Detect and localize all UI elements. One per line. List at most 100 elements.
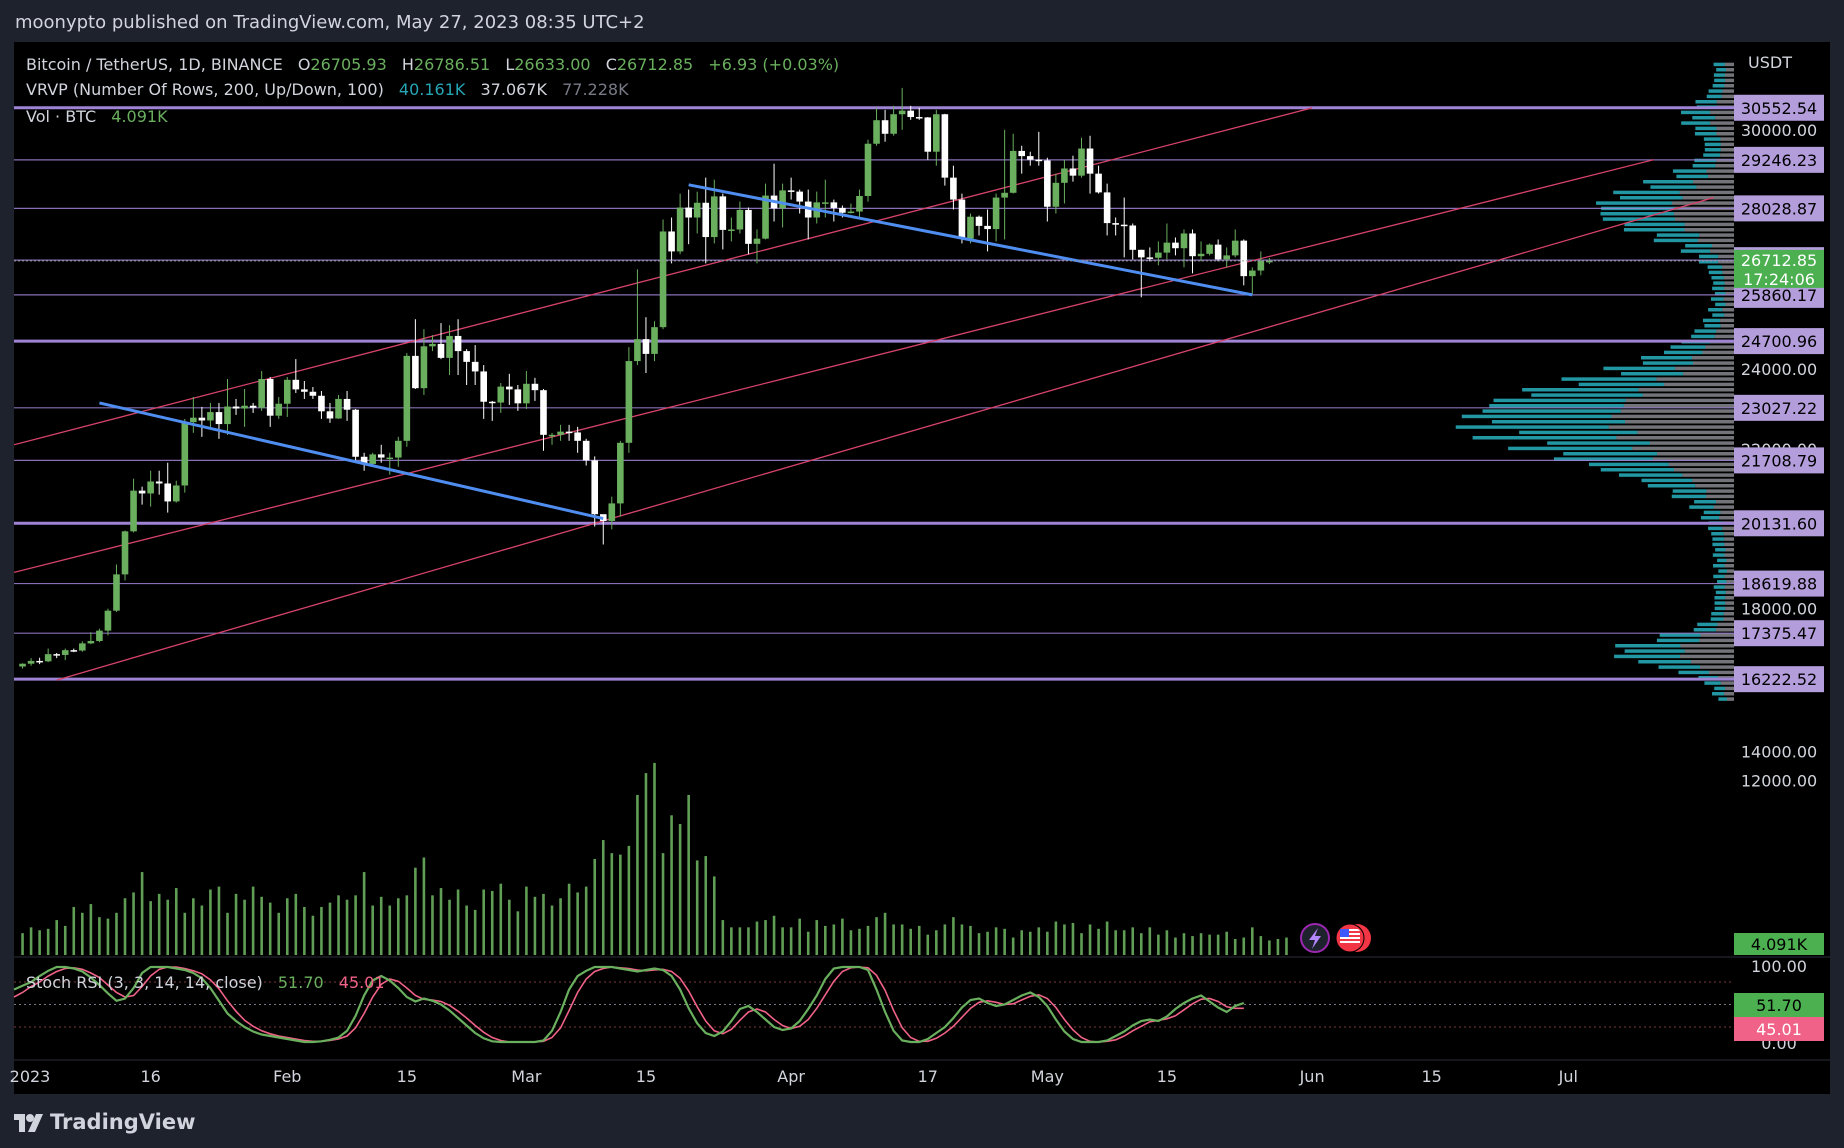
- legend-change: +6.93 (+0.03%): [708, 55, 839, 74]
- candle-body: [275, 403, 283, 416]
- candle-body: [207, 412, 214, 421]
- vrvp-up-bar: [1656, 233, 1700, 237]
- vrvp-down-bar: [1724, 585, 1734, 589]
- vrvp-up-bar: [1698, 254, 1719, 259]
- candle-body: [352, 409, 359, 457]
- volume-bar: [1054, 921, 1058, 955]
- vrvp-down-bar: [1706, 489, 1734, 493]
- candle-body: [1206, 244, 1213, 254]
- volume-bar: [414, 867, 417, 955]
- stoch-label[interactable]: Stoch RSI (3, 3, 14, 14, close): [26, 973, 263, 992]
- vrvp-up-bar: [1650, 185, 1697, 189]
- vrvp-up-bar: [1714, 78, 1726, 83]
- vrvp-up-bar: [1656, 638, 1700, 643]
- volume-bar: [1191, 936, 1194, 955]
- vrvp-up-bar: [1672, 489, 1707, 493]
- volume-bar: [183, 912, 187, 955]
- tradingview-logo-icon[interactable]: [14, 1112, 44, 1134]
- candle-body: [753, 238, 761, 244]
- legend-symbol[interactable]: Bitcoin / TetherUS, 1D, BINANCE: [26, 55, 283, 74]
- candle-body: [617, 442, 624, 504]
- volume-bar: [542, 893, 545, 955]
- vrvp-down-bar: [1710, 121, 1734, 125]
- vrvp-up-bar: [1710, 297, 1724, 301]
- volume-bar: [1028, 931, 1032, 955]
- vrvp-down-bar: [1657, 452, 1734, 456]
- chart-canvas[interactable]: Bitcoin / TetherUS, 1D, BINANCE O26705.9…: [0, 0, 1844, 1148]
- vrvp-up-bar: [1663, 350, 1703, 355]
- candle-body: [147, 481, 154, 494]
- volume-bar: [354, 895, 357, 955]
- vrvp-up-bar: [1713, 73, 1725, 77]
- time-label: Feb: [273, 1067, 301, 1086]
- price-level-label: 18619.88: [1741, 575, 1817, 594]
- candle-body: [557, 431, 564, 435]
- candle-body: [96, 630, 103, 641]
- volume-bar: [935, 930, 938, 955]
- candle-body: [915, 117, 923, 119]
- time-label: 15: [1157, 1067, 1177, 1086]
- candle-body: [79, 643, 86, 651]
- vrvp-down-bar: [1664, 382, 1734, 387]
- candle-body: [514, 389, 522, 404]
- volume-bar: [21, 933, 24, 955]
- candle-body: [975, 216, 983, 226]
- volume-bar: [747, 927, 750, 955]
- vrvp-down-bar: [1692, 478, 1734, 483]
- vrvp-down-bar: [1699, 638, 1734, 643]
- vrvp-up-bar: [1638, 660, 1691, 664]
- volume-bar: [508, 899, 511, 955]
- legend-vol-label[interactable]: Vol · BTC: [26, 107, 96, 126]
- legend-vrvp-label[interactable]: VRVP (Number Of Rows, 200, Up/Down, 100): [26, 80, 384, 99]
- stoch-rsi-pane: [13, 965, 1734, 1044]
- vrvp-down-bar: [1725, 590, 1734, 595]
- volume-bar: [192, 898, 195, 955]
- volume-bar: [106, 918, 110, 955]
- vrvp-down-bar: [1716, 126, 1734, 131]
- volume-bar: [1242, 937, 1246, 955]
- volume-tick: 12000.00: [1741, 771, 1817, 790]
- stoch-axis[interactable]: 100.00 0.00 51.70 45.01: [1734, 957, 1824, 1053]
- vrvp-up-bar: [1620, 196, 1683, 200]
- volume-bar: [251, 886, 255, 955]
- volume-bar: [1285, 937, 1288, 955]
- volume-bar: [695, 860, 699, 955]
- vrvp-down-bar: [1716, 329, 1734, 333]
- vrvp-down-bar: [1674, 468, 1734, 472]
- candle-body: [856, 195, 863, 212]
- volume-bar: [858, 928, 861, 955]
- volume-bar: [1122, 930, 1126, 955]
- volume-bar: [268, 902, 272, 955]
- candle-body: [420, 346, 428, 389]
- candle-body: [1026, 156, 1034, 160]
- vrvp-down-bar: [1705, 494, 1734, 499]
- volume-bar: [704, 856, 708, 955]
- candle-body: [1231, 240, 1239, 256]
- vrvp-up-bar: [1713, 564, 1725, 568]
- vrvp-down-bar: [1724, 692, 1734, 696]
- vrvp-down-bar: [1620, 409, 1734, 413]
- legend-vrvp-total: 77.228K: [562, 80, 629, 99]
- vrvp-up-bar: [1703, 153, 1721, 157]
- currency-label: USDT: [1748, 53, 1792, 72]
- time-axis[interactable]: 2023 16 Feb 15 Mar 15 Apr 17 May 15 Jun 15 Jul: [10, 1067, 1578, 1086]
- vrvp-up-bar: [1522, 388, 1639, 392]
- vrvp-down-bar: [1616, 436, 1734, 440]
- candle-body: [642, 339, 650, 354]
- event-icons[interactable]: [1300, 923, 1371, 953]
- volume-bar: [789, 927, 793, 955]
- vrvp-down-bar: [1684, 649, 1734, 653]
- volume-axis[interactable]: 14000.00 12000.00 4.091K: [1734, 742, 1824, 955]
- volume-bar: [1080, 933, 1083, 955]
- volume-bar: [98, 917, 101, 955]
- volume-bar: [63, 925, 67, 955]
- legend-row-vrvp: VRVP (Number Of Rows, 200, Up/Down, 100)…: [26, 80, 629, 99]
- volume-bar: [832, 924, 836, 955]
- vrvp-up-bar: [1692, 116, 1716, 120]
- vrvp-up-bar: [1712, 692, 1725, 696]
- vrvp-profile: [1455, 62, 1734, 701]
- tradingview-brand[interactable]: TradingView: [50, 1110, 195, 1134]
- volume-bar: [525, 886, 528, 955]
- candle-body: [1001, 192, 1008, 198]
- volume-bar: [952, 917, 955, 955]
